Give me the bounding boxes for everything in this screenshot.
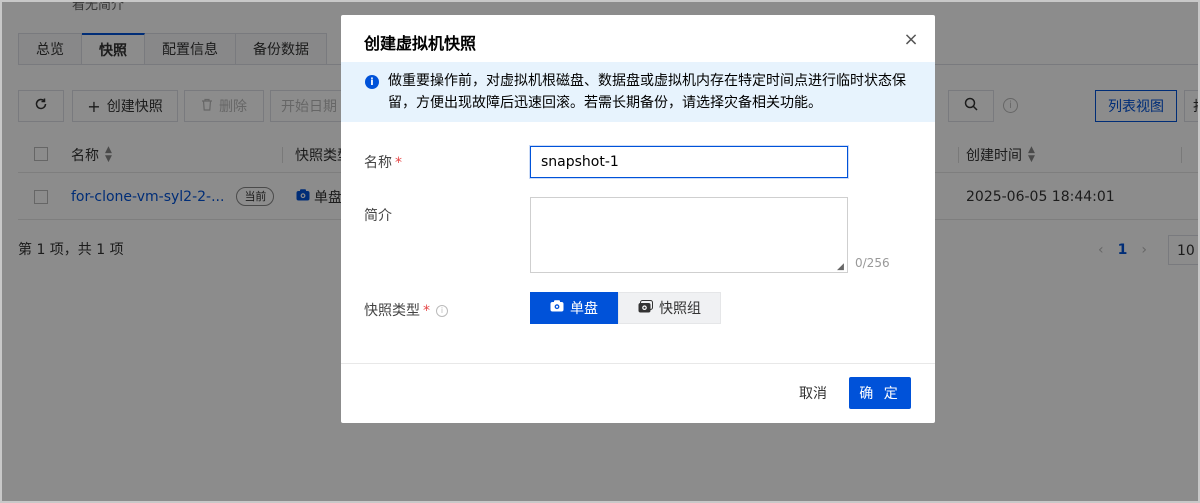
required-mark: * [395, 155, 402, 171]
info-alert: i 做重要操作前，对虚拟机根磁盘、数据盘或虚拟机内存在特定时间点进行临时状态保留… [341, 62, 935, 122]
create-snapshot-dialog: 创建虚拟机快照 × i 做重要操作前，对虚拟机根磁盘、数据盘或虚拟机内存在特定时… [341, 15, 935, 423]
close-icon[interactable]: × [901, 29, 921, 50]
description-counter: 0/256 [855, 256, 890, 270]
required-mark: * [423, 303, 430, 319]
dialog-title: 创建虚拟机快照 [364, 34, 477, 53]
info-icon: i [365, 75, 379, 89]
type-option-group[interactable]: 快照组 [618, 292, 721, 324]
snapshot-type-label-text: 快照类型 [364, 303, 420, 319]
dialog-footer-divider [341, 363, 935, 364]
type-option-group-label: 快照组 [659, 301, 701, 317]
resize-handle-icon[interactable]: ◢ [837, 262, 844, 272]
cancel-button[interactable]: 取消 [787, 377, 839, 409]
name-label-text: 名称 [364, 155, 392, 171]
description-label: 简介 [364, 208, 392, 224]
name-label: 名称 * [364, 152, 402, 172]
confirm-button[interactable]: 确 定 [849, 377, 911, 409]
snapshot-type-label: 快照类型 * i [364, 300, 448, 320]
camera-icon [550, 300, 570, 316]
camera-group-icon [638, 299, 659, 317]
help-icon[interactable]: i [436, 305, 448, 317]
alert-text: 做重要操作前，对虚拟机根磁盘、数据盘或虚拟机内存在特定时间点进行临时状态保留，方… [388, 73, 906, 111]
snapshot-name-input[interactable] [530, 146, 848, 178]
description-textarea[interactable] [530, 197, 848, 273]
type-option-single-label: 单盘 [570, 301, 598, 317]
type-option-single[interactable]: 单盘 [530, 292, 618, 324]
